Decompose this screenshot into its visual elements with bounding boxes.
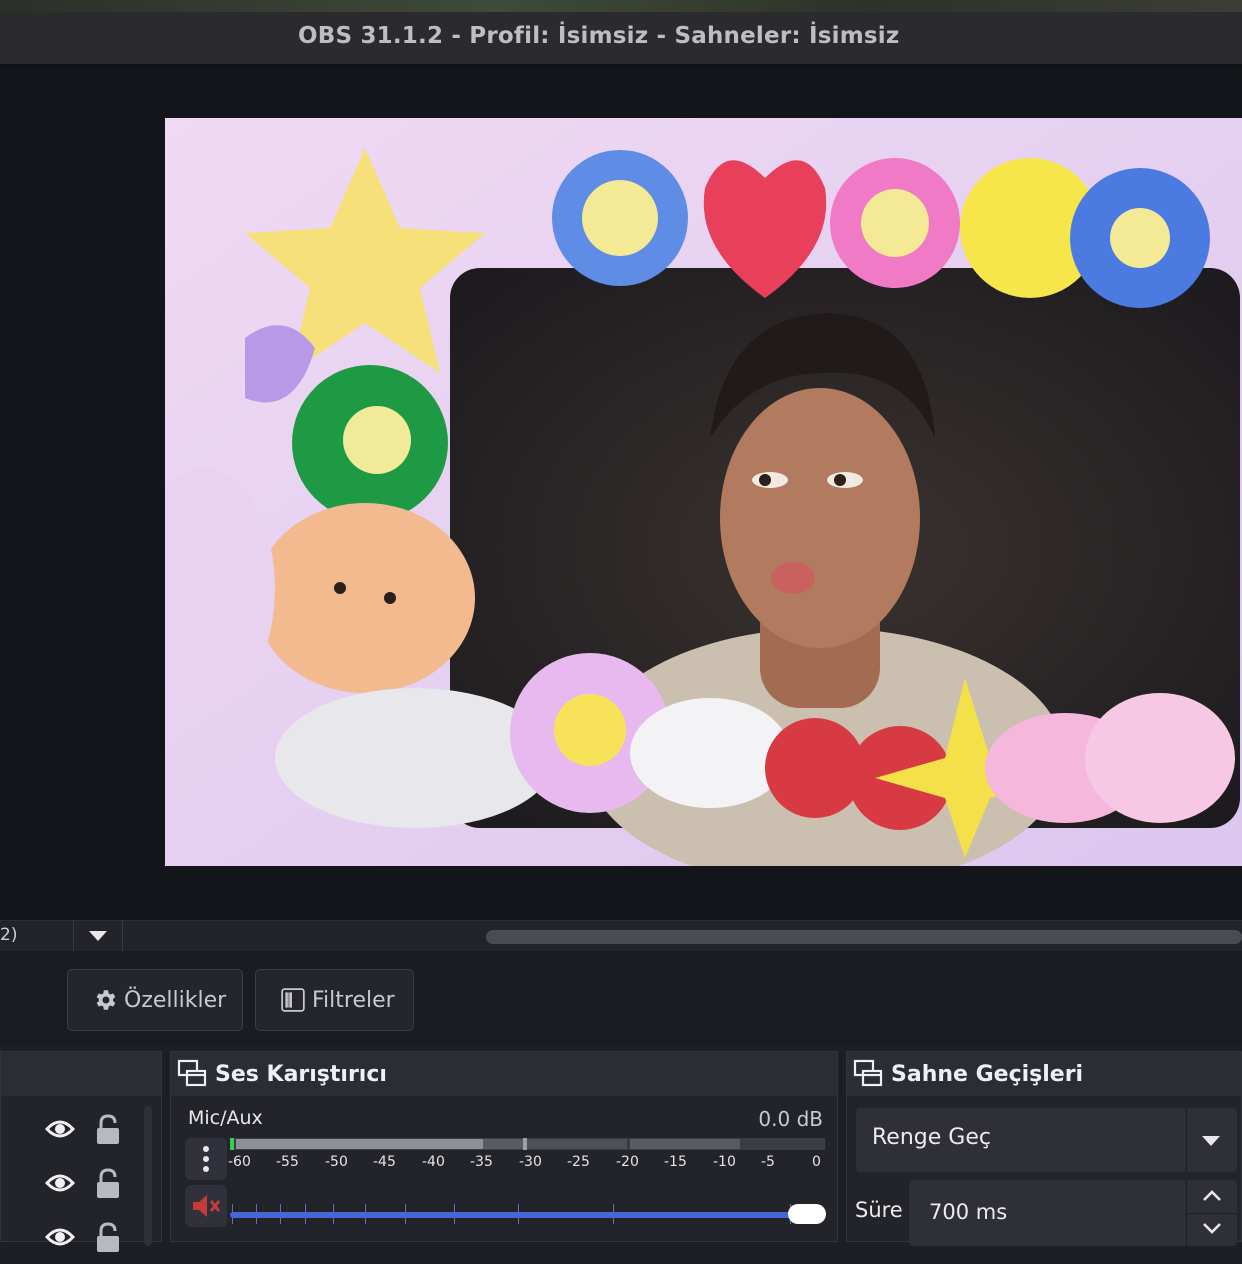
divider [1186,1108,1187,1172]
sources-dock [0,1051,162,1252]
duration-label: Süre [855,1198,903,1222]
chevron-up-icon[interactable] [1201,1189,1223,1203]
lock-icon[interactable] [95,1222,121,1254]
duration-spinbox[interactable]: 700 ms [909,1180,1237,1246]
volume-slider-handle[interactable] [788,1204,826,1224]
scale-label: -35 [470,1154,493,1170]
gear-icon [96,990,116,1010]
meter-scale: -60 -55 -50 -45 -40 -35 -30 -25 -20 -15 … [228,1154,825,1178]
volume-meter [230,1138,825,1150]
scale-label: 0 [812,1154,821,1170]
scale-label: -20 [616,1154,639,1170]
scale-label: -30 [519,1154,542,1170]
properties-button[interactable]: Özellikler [67,969,243,1031]
lock-icon[interactable] [95,1168,121,1200]
channel-menu-button[interactable] [185,1138,227,1180]
preview-canvas[interactable] [165,118,1242,866]
list-item[interactable] [1,1214,141,1264]
scene-selector-bar: 2) [0,920,1242,952]
divider [1186,1213,1237,1214]
scene-transitions-dock: Sahne Geçişleri Renge Geç Süre 700 ms [846,1051,1242,1246]
filter-icon [281,988,305,1012]
chevron-down-icon[interactable] [1202,1136,1220,1146]
dock-window-icon[interactable] [853,1059,883,1089]
scene-transitions-header: Sahne Geçişleri [847,1052,1241,1096]
scale-label: -45 [373,1154,396,1170]
speaker-muted-icon [193,1195,221,1217]
filters-label: Filtreler [312,987,395,1013]
scale-label: -55 [276,1154,299,1170]
transition-select-value: Renge Geç [872,1125,991,1150]
properties-label: Özellikler [124,987,227,1013]
mute-button[interactable] [185,1185,227,1227]
scale-label: -25 [567,1154,590,1170]
audio-mixer-dock: Ses Karıştırıcı Mic/Aux 0.0 dB -60 -55 -… [170,1051,838,1242]
list-item[interactable] [1,1106,141,1156]
divider [73,921,74,951]
desktop-strip [0,0,1242,12]
scale-label: -40 [422,1154,445,1170]
horizontal-scrollbar[interactable] [486,930,1242,944]
channel-level: 0.0 dB [758,1107,823,1131]
transition-select[interactable]: Renge Geç [856,1108,1237,1172]
chevron-down-icon[interactable] [1201,1221,1223,1235]
divider [122,921,123,951]
scale-label: -50 [325,1154,348,1170]
scale-label: -10 [713,1154,736,1170]
title-bar: OBS 31.1.2 - Profil: İsimsiz - Sahneler:… [0,12,1242,65]
scale-label: -15 [664,1154,687,1170]
eye-icon[interactable] [45,1118,75,1140]
chevron-down-icon[interactable] [89,931,107,941]
scene-transitions-title: Sahne Geçişleri [891,1061,1084,1087]
source-toolbar: Özellikler Filtreler [0,951,1242,1046]
sources-dock-header [1,1052,161,1096]
audio-mixer-title: Ses Karıştırıcı [215,1061,387,1087]
scale-label: -5 [761,1154,775,1170]
scene-selector-label[interactable]: 2) [0,925,17,945]
eye-icon[interactable] [45,1172,75,1194]
window-title: OBS 31.1.2 - Profil: İsimsiz - Sahneler:… [298,23,900,49]
list-item[interactable] [1,1160,141,1210]
dock-window-icon[interactable] [177,1059,207,1089]
vertical-scrollbar[interactable] [144,1106,152,1246]
duration-value[interactable]: 700 ms [929,1200,1007,1224]
lock-icon[interactable] [95,1114,121,1146]
camera-frame-image [165,118,1242,866]
eye-icon[interactable] [45,1226,75,1248]
filters-button[interactable]: Filtreler [255,969,414,1031]
scale-label: -60 [228,1154,251,1170]
channel-name: Mic/Aux [188,1107,263,1129]
volume-slider-track[interactable] [230,1212,820,1218]
audio-mixer-header: Ses Karıştırıcı [171,1052,837,1096]
